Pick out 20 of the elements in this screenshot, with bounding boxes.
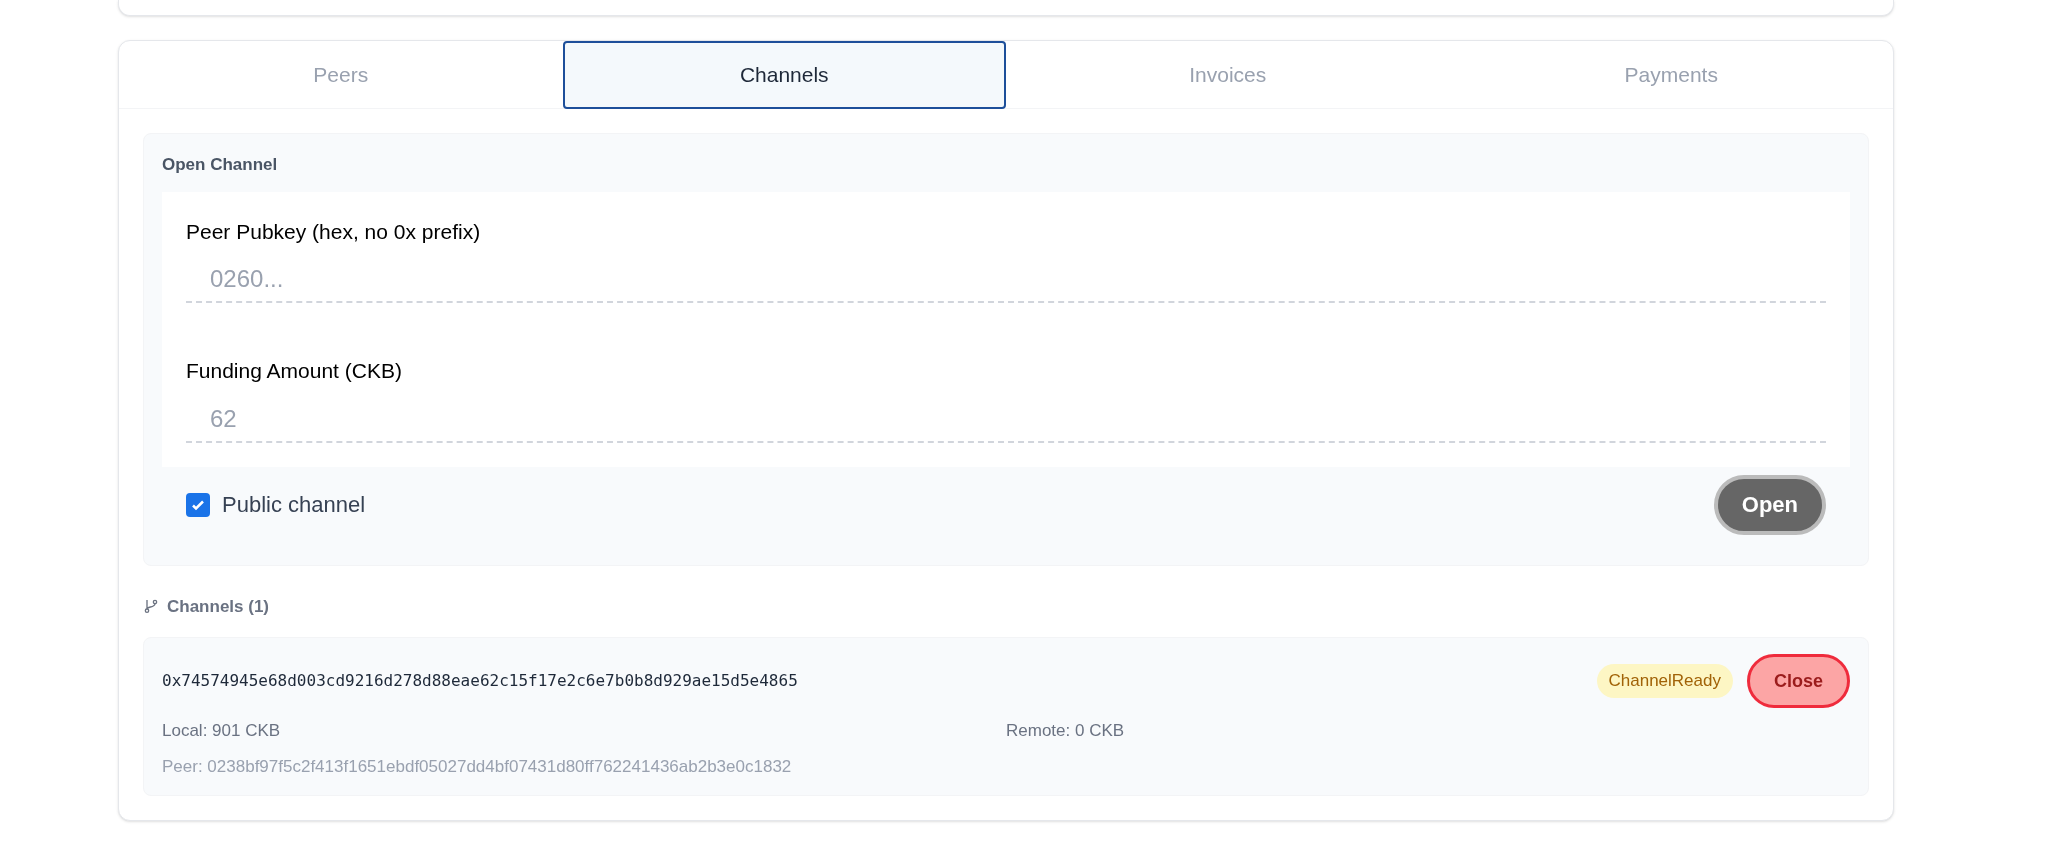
input-field[interactable]: 0260... [186, 257, 1826, 303]
input-field[interactable]: 62 [186, 396, 1826, 443]
git-branch-icon [143, 598, 159, 615]
tab[interactable]: Payments [1449, 41, 1893, 109]
peer-id: Peer: 0238bf97f5c2f413f1651ebdf05027dd4bf07431d80ff762241436ab2b3e0c1832 [162, 755, 793, 778]
status-badge: ChannelReady [1596, 664, 1733, 698]
open-button[interactable]: Open [1713, 474, 1826, 535]
channel-id: 0x74574945e68d003cd9216d278d88eae62c15f17e2c6e7b0b8d929ae15d5e4865 [162, 670, 798, 692]
section-title: Channels (1) [167, 595, 270, 618]
local-balance: Local: 901 CKB [162, 720, 282, 742]
tab[interactable]: Invoices [1006, 41, 1450, 109]
tab[interactable]: Channels [562, 41, 1006, 109]
field-label: Peer Pubkey (hex, no 0x prefix) [186, 218, 482, 245]
checkbox[interactable] [186, 492, 210, 517]
close-button[interactable]: Close [1746, 654, 1850, 708]
remote-balance: Remote: 0 CKB [1006, 720, 1126, 742]
tab[interactable]: Peers [119, 41, 563, 109]
checkbox-label: Public channel [222, 491, 366, 519]
panel-title: Open Channel [162, 154, 279, 176]
field-label: Funding Amount (CKB) [186, 358, 403, 384]
